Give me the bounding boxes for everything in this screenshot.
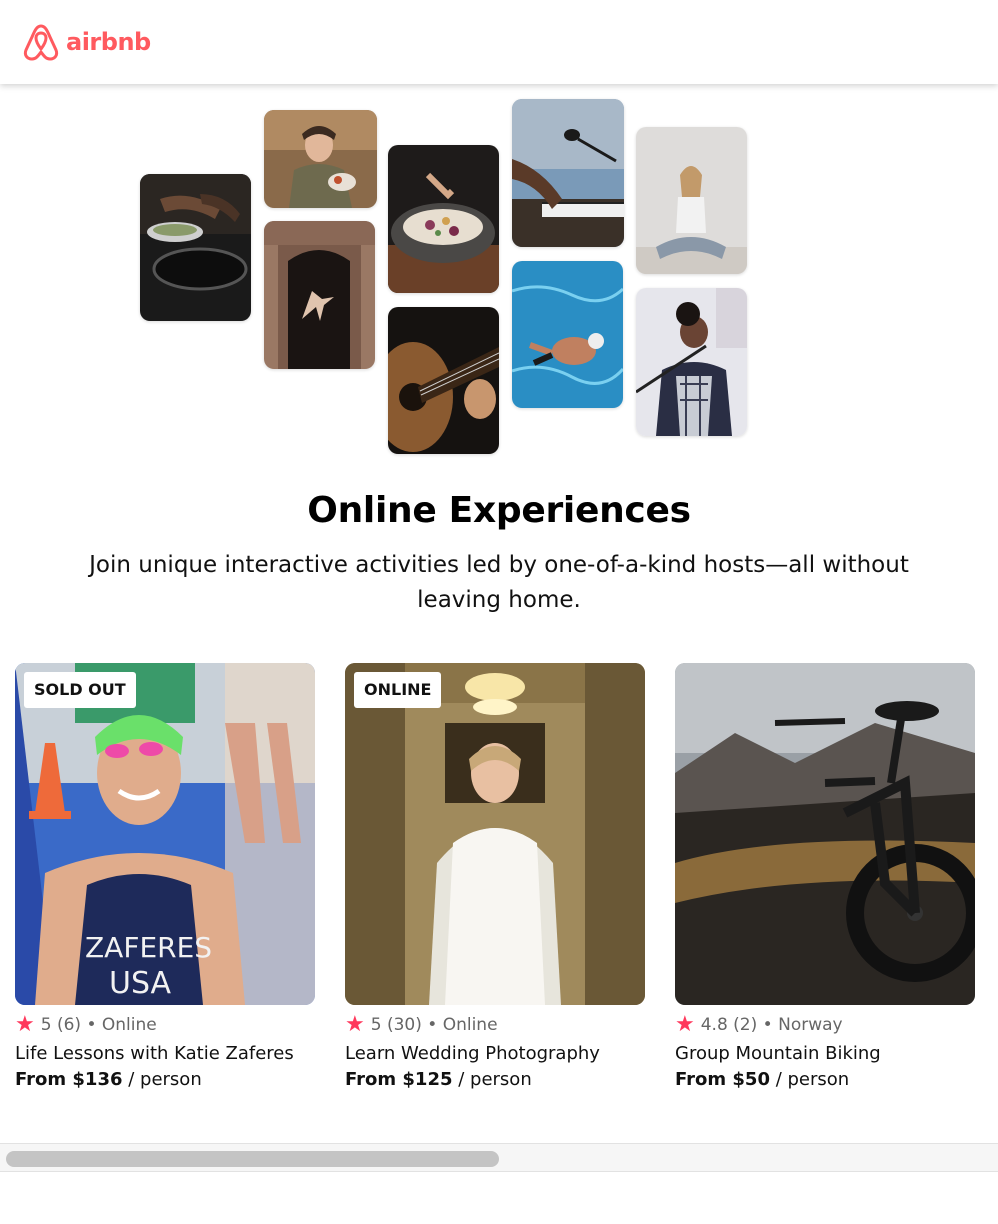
photo-guitar — [388, 307, 499, 454]
photo-piano-mic — [512, 99, 624, 247]
svg-text:ZAFERES: ZAFERES — [85, 931, 212, 964]
photo-singer-mic — [636, 288, 747, 436]
page-subtitle: Join unique interactive activities led b… — [89, 552, 909, 613]
price-amount: From $50 — [675, 1069, 770, 1090]
photo-cooking-pans — [140, 174, 251, 321]
status-badge: SOLD OUT — [24, 672, 136, 708]
price-unit: / person — [122, 1069, 202, 1090]
photo-athlete-swimmer: ZAFERES USA — [15, 663, 315, 1005]
card-rating: 4.8 (2) — [700, 1015, 758, 1035]
photo-food-bowl — [388, 145, 499, 293]
airbnb-logo[interactable]: airbnb — [22, 22, 151, 62]
card-image[interactable]: ZAFERES USA SOLD OUT — [15, 663, 315, 1005]
card-meta: ★ 5 (6) • Online — [15, 1013, 315, 1037]
card-price: From $136 / person — [15, 1067, 315, 1093]
airbnb-belo-icon — [23, 24, 59, 61]
status-badge: ONLINE — [354, 672, 442, 708]
star-icon: ★ — [15, 1012, 35, 1037]
price-amount: From $136 — [15, 1069, 123, 1090]
price-amount: From $125 — [345, 1069, 453, 1090]
card-price: From $50 / person — [675, 1067, 975, 1093]
photo-host-with-dish — [264, 110, 377, 208]
photo-yoga-meditation — [636, 127, 747, 274]
card-image[interactable]: ONLINE — [345, 663, 645, 1005]
card-location: • Online — [427, 1015, 498, 1035]
experience-card[interactable]: ONLINE ★ 5 (30) • Online Learn Wedding P… — [345, 663, 645, 1093]
photo-bride-hallway — [345, 663, 645, 1005]
hero-collage — [0, 84, 998, 464]
top-navbar: airbnb — [0, 0, 998, 84]
logo-text: airbnb — [66, 28, 151, 56]
card-title[interactable]: Life Lessons with Katie Zaferes — [15, 1041, 315, 1067]
photo-mountain-bike — [675, 663, 975, 1005]
price-unit: / person — [769, 1069, 850, 1090]
card-price: From $125 / person — [345, 1067, 645, 1093]
experience-card[interactable]: ZAFERES USA SOLD OUT ★ 5 (6) • Online Li… — [15, 663, 315, 1093]
svg-text:USA: USA — [109, 966, 172, 1001]
experience-card[interactable]: ★ 4.8 (2) • Norway Group Mountain Biking… — [675, 663, 975, 1093]
card-rating: 5 (6) — [40, 1015, 82, 1035]
card-location: • Online — [86, 1015, 157, 1035]
star-icon: ★ — [345, 1012, 365, 1037]
card-meta: ★ 5 (30) • Online — [345, 1013, 645, 1037]
card-title[interactable]: Group Mountain Biking — [675, 1041, 975, 1067]
card-meta: ★ 4.8 (2) • Norway — [675, 1013, 975, 1037]
price-unit: / person — [452, 1069, 532, 1090]
star-icon: ★ — [675, 1012, 695, 1037]
horizontal-scrollbar[interactable] — [0, 1143, 998, 1172]
card-image[interactable] — [675, 663, 975, 1005]
card-title[interactable]: Learn Wedding Photography — [345, 1041, 645, 1067]
card-rating: 5 (30) — [370, 1015, 422, 1035]
scrollbar-thumb[interactable] — [6, 1151, 499, 1167]
photo-dancer-doorway — [264, 221, 375, 369]
photo-swimmer-pool — [512, 261, 623, 408]
card-location: • Norway — [762, 1015, 843, 1035]
page-title: Online Experiences — [307, 490, 691, 531]
